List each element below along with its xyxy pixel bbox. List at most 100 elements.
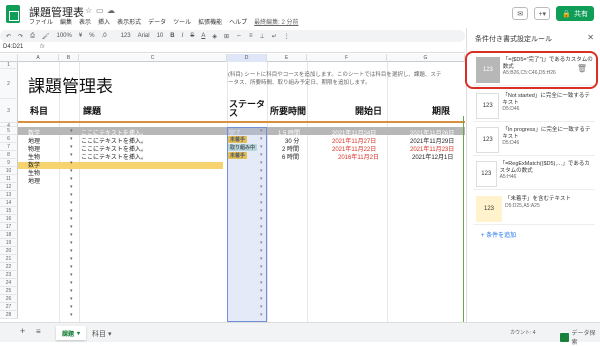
menu-tools[interactable]: ツール: [173, 17, 191, 26]
cell-task[interactable]: ここにテキストを挿入。: [81, 152, 147, 161]
format-rule[interactable]: 123 「In progress」に完全に一致するテキスト D5:D46: [473, 124, 595, 156]
row-header[interactable]: 17: [0, 223, 18, 231]
fill-color-icon[interactable]: ◈: [212, 33, 217, 40]
borders-icon[interactable]: ⊞: [224, 33, 229, 40]
dropdown-arrow-icon[interactable]: ▾: [70, 248, 73, 254]
dropdown-arrow-icon[interactable]: ▾: [70, 232, 73, 238]
row-header[interactable]: 27: [0, 303, 18, 311]
dropdown-arrow-icon[interactable]: ▾: [70, 280, 73, 286]
redo-icon[interactable]: ↷: [18, 33, 23, 40]
dropdown-arrow-icon[interactable]: ▾: [70, 216, 73, 222]
cell-subject[interactable]: 地理: [28, 176, 40, 185]
row-header[interactable]: 28: [0, 311, 18, 319]
dropdown-arrow-icon[interactable]: ▾: [70, 160, 73, 166]
menu-data[interactable]: データ: [148, 17, 166, 26]
row-header[interactable]: 7: [0, 143, 18, 151]
menu-edit[interactable]: 編集: [60, 17, 72, 26]
number-format-button[interactable]: 123: [121, 33, 131, 39]
row-header[interactable]: 19: [0, 239, 18, 247]
undo-icon[interactable]: ↶: [6, 33, 11, 40]
menu-view[interactable]: 表示: [79, 17, 91, 26]
row-header[interactable]: 10: [0, 167, 18, 175]
menu-help[interactable]: ヘルプ: [229, 17, 247, 26]
paint-format-icon[interactable]: 🖌: [42, 33, 50, 40]
dropdown-arrow-icon[interactable]: ▾: [70, 224, 73, 230]
menu-file[interactable]: ファイル: [29, 17, 53, 26]
row-header[interactable]: 16: [0, 215, 18, 223]
italic-button[interactable]: I: [182, 33, 184, 39]
add-sheet-button[interactable]: +: [20, 326, 25, 336]
row-header[interactable]: 11: [0, 175, 18, 183]
dropdown-arrow-icon[interactable]: ▾: [70, 192, 73, 198]
name-box[interactable]: D4:D21: [3, 44, 23, 50]
column-header-d[interactable]: D: [227, 54, 267, 62]
dropdown-arrow-icon[interactable]: ▾: [70, 152, 73, 158]
row-header[interactable]: 25: [0, 287, 18, 295]
dropdown-arrow-icon[interactable]: ▾: [70, 136, 73, 142]
column-header-e[interactable]: E: [267, 54, 307, 62]
print-icon[interactable]: ⎙: [30, 33, 35, 40]
column-header-b[interactable]: B: [59, 54, 79, 62]
dropdown-arrow-icon[interactable]: ▾: [70, 168, 73, 174]
row-header[interactable]: 22: [0, 263, 18, 271]
comment-history-icon[interactable]: ✉: [512, 7, 529, 20]
move-folder-icon[interactable]: ▭: [96, 6, 104, 15]
row-header[interactable]: 23: [0, 271, 18, 279]
tab-assignments[interactable]: 課題 ▾: [56, 326, 87, 340]
dropdown-arrow-icon[interactable]: ▾: [70, 184, 73, 190]
strikethrough-button[interactable]: S: [190, 33, 194, 39]
column-header-c[interactable]: C: [79, 54, 227, 62]
count-summary[interactable]: カウント: 4: [510, 329, 536, 336]
dropdown-arrow-icon[interactable]: ▾: [70, 144, 73, 150]
row-header[interactable]: 3: [0, 99, 18, 123]
dropdown-arrow-icon[interactable]: ▾: [70, 296, 73, 302]
add-icon[interactable]: +▾: [534, 7, 551, 20]
star-icon[interactable]: ☆: [85, 6, 92, 15]
row-header[interactable]: 1: [0, 62, 18, 69]
cell-time[interactable]: 6 時間: [282, 152, 299, 161]
dropdown-arrow-icon[interactable]: ▾: [70, 208, 73, 214]
row-header[interactable]: 26: [0, 295, 18, 303]
add-rule-button[interactable]: + 条件を追加: [481, 230, 516, 239]
row-header[interactable]: 6: [0, 135, 18, 143]
dropdown-arrow-icon[interactable]: ▾: [70, 200, 73, 206]
dropdown-arrow-icon[interactable]: ▾: [70, 304, 73, 310]
dropdown-arrow-icon[interactable]: ▾: [70, 272, 73, 278]
row-header[interactable]: 5: [0, 127, 18, 135]
dropdown-arrow-icon[interactable]: ▾: [70, 128, 73, 134]
column-header-a[interactable]: A: [18, 54, 59, 62]
format-rule[interactable]: 123 「=RegExMatch(($D5),…」であるカスタムの数式 A5:H4…: [473, 158, 595, 190]
spreadsheet-grid[interactable]: A B C D E F G 1 2 3 4 5 6 7 8 9 10 11 12…: [0, 54, 465, 322]
column-header-f[interactable]: F: [307, 54, 387, 62]
row-header[interactable]: 13: [0, 191, 18, 199]
row-header[interactable]: 15: [0, 207, 18, 215]
currency-button[interactable]: ¥: [79, 33, 82, 39]
all-sheets-button[interactable]: ≡: [36, 327, 41, 336]
dropdown-arrow-icon[interactable]: ▾: [70, 288, 73, 294]
tab-subjects[interactable]: 科目 ▾: [92, 329, 111, 339]
menu-insert[interactable]: 挿入: [98, 17, 110, 26]
format-rule[interactable]: 123 「未着手」を含むテキスト D5:D25,A5:A25: [473, 193, 595, 225]
dropdown-arrow-icon[interactable]: ▾: [70, 240, 73, 246]
select-all-corner[interactable]: [0, 54, 18, 62]
menu-extensions[interactable]: 拡張機能: [198, 17, 222, 26]
sheets-logo-icon[interactable]: [6, 5, 20, 23]
dropdown-arrow-icon[interactable]: ▾: [70, 256, 73, 262]
text-color-button[interactable]: A: [201, 33, 205, 39]
row-header[interactable]: 21: [0, 255, 18, 263]
cell-start[interactable]: 2016年11月2日: [338, 152, 379, 161]
dropdown-arrow-icon[interactable]: ▾: [70, 176, 73, 182]
row-header[interactable]: 12: [0, 183, 18, 191]
dropdown-arrow-icon[interactable]: ▾: [70, 264, 73, 270]
percent-button[interactable]: %: [89, 33, 94, 39]
cell-due[interactable]: 2021年12月1日: [412, 152, 453, 161]
row-header[interactable]: 24: [0, 279, 18, 287]
share-button[interactable]: 🔒 共有: [556, 6, 594, 21]
font-size-select[interactable]: 10: [157, 33, 164, 39]
explore-button[interactable]: データ探索: [560, 328, 600, 346]
row-header[interactable]: 2: [0, 69, 18, 99]
decrease-decimal-button[interactable]: .0: [102, 33, 107, 39]
font-select[interactable]: Arial: [138, 33, 150, 39]
menu-format[interactable]: 表示形式: [117, 17, 141, 26]
bold-button[interactable]: B: [170, 33, 174, 39]
